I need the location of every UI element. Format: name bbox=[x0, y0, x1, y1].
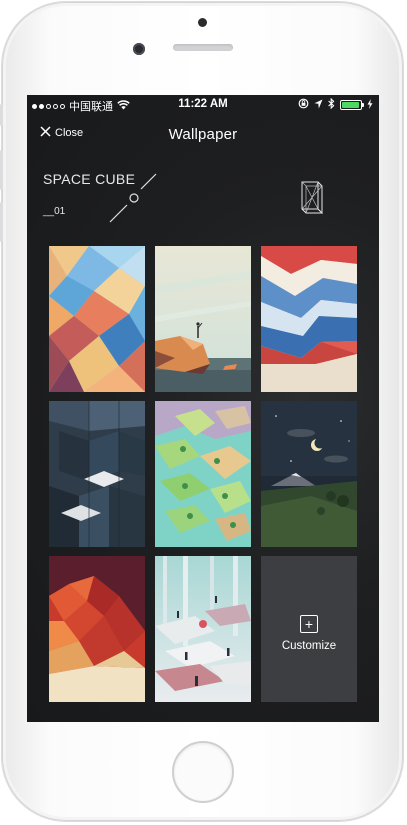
wallpaper-isometric-cubes[interactable] bbox=[49, 401, 145, 547]
wallpaper-red-mountain[interactable] bbox=[49, 556, 145, 702]
customize-button[interactable]: + Customize bbox=[261, 556, 357, 702]
status-bar: 中国联通 11:22 AM bbox=[27, 95, 379, 115]
customize-label: Customize bbox=[281, 639, 337, 652]
battery-icon bbox=[340, 100, 364, 110]
charging-icon bbox=[367, 98, 373, 112]
orientation-lock-icon bbox=[298, 98, 309, 112]
wallpaper-night-mountain[interactable] bbox=[261, 401, 357, 547]
plus-icon: + bbox=[300, 614, 318, 633]
cube-wireframe-icon[interactable] bbox=[299, 179, 325, 222]
earpiece-speaker bbox=[173, 44, 233, 51]
page-title: Wallpaper bbox=[168, 126, 238, 143]
location-icon bbox=[314, 99, 323, 112]
app-screen: 中国联通 11:22 AM Close Wallpaper SPACE CUBE… bbox=[27, 95, 379, 722]
wallpaper-rocky-seashore[interactable] bbox=[155, 246, 251, 392]
bluetooth-icon bbox=[328, 97, 335, 112]
front-camera bbox=[133, 43, 145, 55]
volume-down-button bbox=[0, 202, 3, 242]
mute-switch bbox=[0, 104, 3, 126]
nav-bar: Close Wallpaper bbox=[27, 117, 379, 153]
wallpaper-red-blue-zigzag[interactable] bbox=[261, 246, 357, 392]
proximity-sensor bbox=[198, 18, 207, 27]
volume-up-button bbox=[0, 150, 3, 190]
wallpaper-floating-islands[interactable] bbox=[155, 401, 251, 547]
home-button[interactable] bbox=[172, 741, 234, 803]
brand-number: __01 bbox=[43, 206, 66, 217]
slash-circle-logo bbox=[109, 173, 159, 228]
wallpaper-forest-figures[interactable] bbox=[155, 556, 251, 702]
wallpaper-grid: + Customize bbox=[49, 246, 358, 702]
wallpaper-low-poly-pastel[interactable] bbox=[49, 246, 145, 392]
